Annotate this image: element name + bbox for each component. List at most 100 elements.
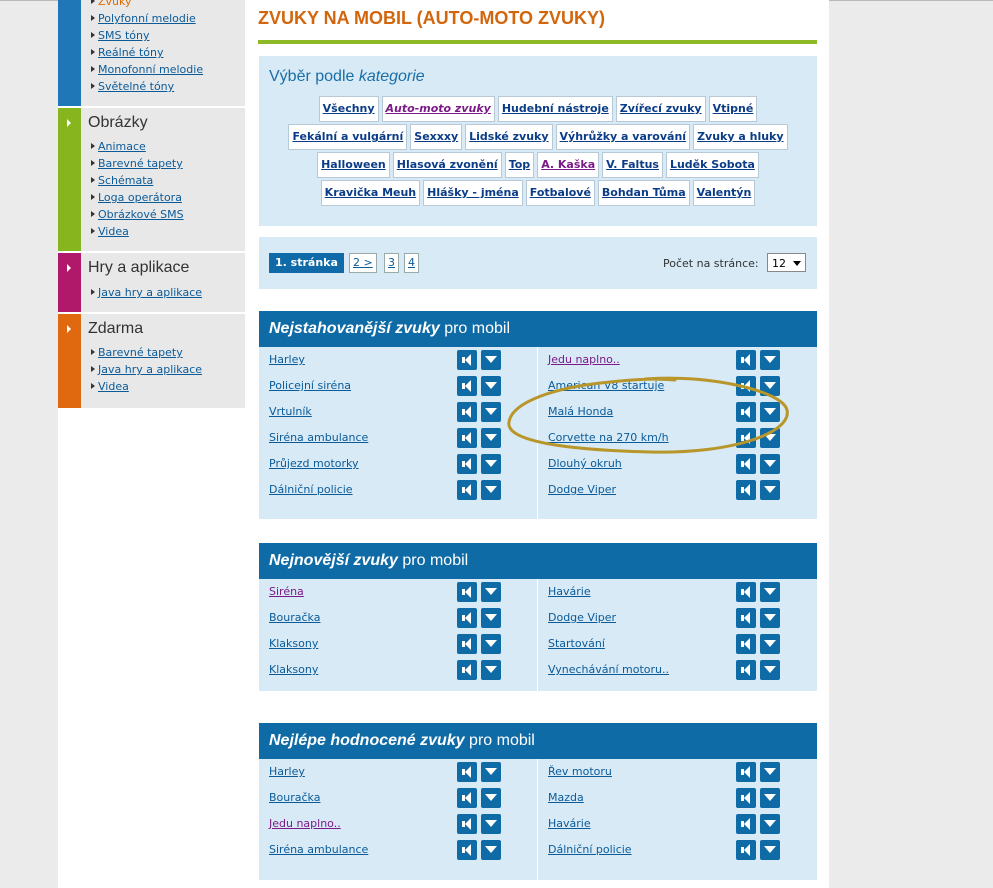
sidebar-item[interactable]: SMS tóny [91, 27, 203, 44]
category-tag[interactable]: Hlášky - jména [423, 180, 523, 206]
download-icon[interactable] [481, 608, 501, 628]
sound-link[interactable]: Vrtulník [269, 405, 312, 418]
play-icon[interactable] [457, 788, 477, 808]
pagination-page-4[interactable]: 4 [404, 253, 419, 273]
download-icon[interactable] [481, 814, 501, 834]
play-icon[interactable] [457, 762, 477, 782]
play-icon[interactable] [736, 454, 756, 474]
sidebar-link-barevne-tapety[interactable]: Barevné tapety [98, 157, 183, 170]
sidebar-link-obrazkove-sms[interactable]: Obrázkové SMS [98, 208, 184, 221]
play-icon[interactable] [736, 660, 756, 680]
sidebar-section-title[interactable]: Obrázky [88, 114, 148, 132]
sound-link[interactable]: Startování [548, 637, 605, 650]
sidebar-item[interactable]: Zvuky [91, 0, 203, 10]
category-tag[interactable]: Sexxxy [410, 124, 463, 150]
sound-link[interactable]: Policejní siréna [269, 379, 351, 392]
sidebar-link-realne-tony[interactable]: Reálné tóny [98, 46, 163, 59]
sidebar-link-java-hry-zdarma[interactable]: Java hry a aplikace [98, 363, 202, 376]
play-icon[interactable] [736, 480, 756, 500]
download-icon[interactable] [760, 376, 780, 396]
sidebar-link-svetelne-tony[interactable]: Světelné tóny [98, 80, 174, 93]
category-tag[interactable]: Luděk Sobota [665, 152, 759, 178]
sidebar-link-animace[interactable]: Animace [98, 140, 146, 153]
play-icon[interactable] [736, 582, 756, 602]
sound-link[interactable]: Corvette na 270 km/h [548, 431, 669, 444]
sidebar-item[interactable]: Barevné tapety [91, 344, 202, 361]
play-icon[interactable] [736, 608, 756, 628]
sidebar-section-title[interactable]: Hry a aplikace [88, 259, 189, 277]
play-icon[interactable] [457, 840, 477, 860]
sidebar-item[interactable]: Videa [91, 223, 184, 240]
download-icon[interactable] [760, 454, 780, 474]
download-icon[interactable] [481, 402, 501, 422]
download-icon[interactable] [760, 634, 780, 654]
play-icon[interactable] [457, 582, 477, 602]
sound-link[interactable]: Dodge Viper [548, 483, 616, 496]
category-tag[interactable]: Zvířecí zvuky [615, 96, 706, 122]
sound-link[interactable]: Dodge Viper [548, 611, 616, 624]
sound-link[interactable]: Havárie [548, 585, 591, 598]
play-icon[interactable] [736, 840, 756, 860]
play-icon[interactable] [457, 608, 477, 628]
play-icon[interactable] [736, 428, 756, 448]
category-tag[interactable]: Fekální a vulgární [288, 124, 408, 150]
download-icon[interactable] [481, 428, 501, 448]
download-icon[interactable] [481, 350, 501, 370]
category-tag[interactable]: Všechny [318, 96, 379, 122]
sound-link[interactable]: Siréna ambulance [269, 431, 368, 444]
per-page-select[interactable]: 12 [767, 253, 806, 272]
play-icon[interactable] [457, 454, 477, 474]
sound-link[interactable]: Harley [269, 353, 305, 366]
pagination-page-3[interactable]: 3 [384, 253, 399, 273]
download-icon[interactable] [760, 788, 780, 808]
category-tag[interactable]: Hlasová zvonění [392, 152, 502, 178]
category-tag[interactable]: Výhrůžky a varování [555, 124, 691, 150]
download-icon[interactable] [481, 454, 501, 474]
sidebar-link-loga-operatora[interactable]: Loga operátora [98, 191, 182, 204]
sidebar-link-videa[interactable]: Videa [98, 225, 129, 238]
sidebar-item[interactable]: Animace [91, 138, 184, 155]
sound-link[interactable]: Řev motoru [548, 765, 612, 778]
category-tag[interactable]: V. Faltus [602, 152, 663, 178]
sound-link[interactable]: Jedu naplno.. [269, 817, 341, 830]
sidebar-item[interactable]: Monofonní melodie [91, 61, 203, 78]
download-icon[interactable] [760, 840, 780, 860]
play-icon[interactable] [736, 814, 756, 834]
category-tag[interactable]: Top [504, 152, 535, 178]
sound-link[interactable]: Průjezd motorky [269, 457, 359, 470]
play-icon[interactable] [457, 428, 477, 448]
category-tag[interactable]: Valentýn [692, 180, 756, 206]
play-icon[interactable] [457, 480, 477, 500]
sidebar-item[interactable]: Obrázkové SMS [91, 206, 184, 223]
category-tag[interactable]: Lidské zvuky [465, 124, 553, 150]
play-icon[interactable] [457, 402, 477, 422]
play-icon[interactable] [457, 814, 477, 834]
sound-link[interactable]: Siréna [269, 585, 304, 598]
sidebar-link-barevne-tapety-zdarma[interactable]: Barevné tapety [98, 346, 183, 359]
category-tag[interactable]: Bohdan Tůma [597, 180, 690, 206]
download-icon[interactable] [760, 350, 780, 370]
sidebar-link-sms-tony[interactable]: SMS tóny [98, 29, 149, 42]
category-tag[interactable]: Halloween [317, 152, 390, 178]
play-icon[interactable] [736, 402, 756, 422]
sidebar-link-schemata[interactable]: Schémata [98, 174, 153, 187]
category-tag[interactable]: Hudební nástroje [497, 96, 613, 122]
sound-link[interactable]: Dálniční policie [548, 843, 632, 856]
play-icon[interactable] [457, 350, 477, 370]
category-tag[interactable]: Zvuky a hluky [693, 124, 788, 150]
sound-link[interactable]: Jedu naplno.. [548, 353, 620, 366]
download-icon[interactable] [760, 814, 780, 834]
sidebar-item[interactable]: Reálné tóny [91, 44, 203, 61]
category-tag[interactable]: Kravička Meuh [320, 180, 421, 206]
download-icon[interactable] [760, 762, 780, 782]
pagination-next-link[interactable]: 2 > [349, 253, 377, 273]
sound-link[interactable]: Bouračka [269, 611, 320, 624]
play-icon[interactable] [457, 376, 477, 396]
download-icon[interactable] [481, 480, 501, 500]
sound-link[interactable]: Bouračka [269, 791, 320, 804]
sidebar-link-monofonni-melodie[interactable]: Monofonní melodie [98, 63, 203, 76]
sidebar-section-title[interactable]: Zdarma [88, 320, 143, 338]
sidebar-link-polyfonni-melodie[interactable]: Polyfonní melodie [98, 12, 196, 25]
sound-link[interactable]: Dlouhý okruh [548, 457, 622, 470]
download-icon[interactable] [481, 376, 501, 396]
